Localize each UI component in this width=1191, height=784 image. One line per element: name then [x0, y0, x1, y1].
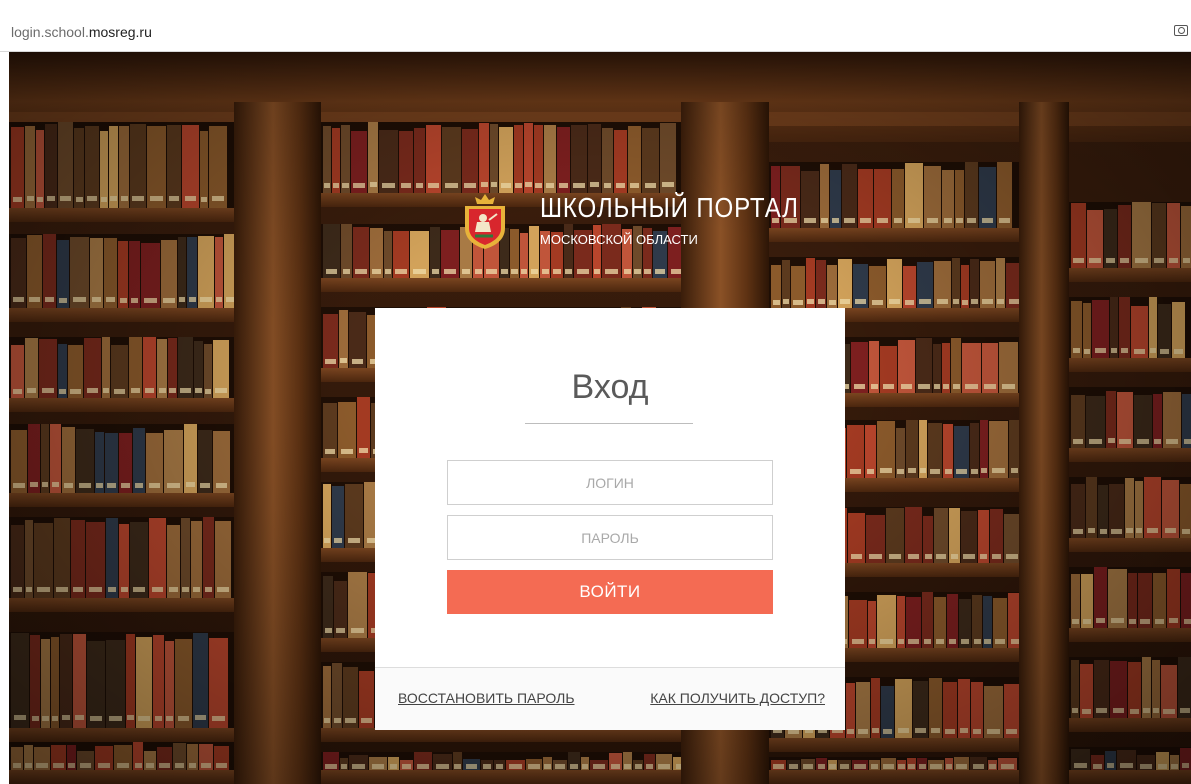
login-heading: Вход	[571, 368, 649, 406]
password-input[interactable]	[447, 515, 773, 560]
login-input[interactable]	[447, 460, 773, 505]
address-bar[interactable]: login.school.mosreg.ru	[0, 0, 1191, 52]
url-subdomain: login.school.	[11, 24, 89, 40]
camera-icon[interactable]	[1174, 25, 1188, 36]
login-button[interactable]: ВОЙТИ	[447, 570, 773, 614]
get-access-link[interactable]: КАК ПОЛУЧИТЬ ДОСТУП?	[650, 690, 825, 706]
portal-title: ШКОЛЬНЫЙ ПОРТАЛ	[540, 192, 799, 223]
url-domain: mosreg.ru	[88, 24, 152, 40]
restore-password-link[interactable]: ВОССТАНОВИТЬ ПАРОЛЬ	[398, 690, 575, 706]
card-footer: ВОССТАНОВИТЬ ПАРОЛЬ КАК ПОЛУЧИТЬ ДОСТУП?	[375, 667, 845, 730]
portal-subtitle: МОСКОВСКОЙ ОБЛАСТИ	[540, 232, 698, 247]
url-text[interactable]: login.school.mosreg.ru	[11, 24, 152, 40]
window-edge	[0, 52, 9, 784]
heading-divider	[525, 423, 693, 424]
coat-of-arms-icon	[459, 192, 511, 250]
login-card: Вход ВОЙТИ ВОССТАНОВИТЬ ПАРОЛЬ КАК ПОЛУЧ…	[375, 308, 845, 730]
